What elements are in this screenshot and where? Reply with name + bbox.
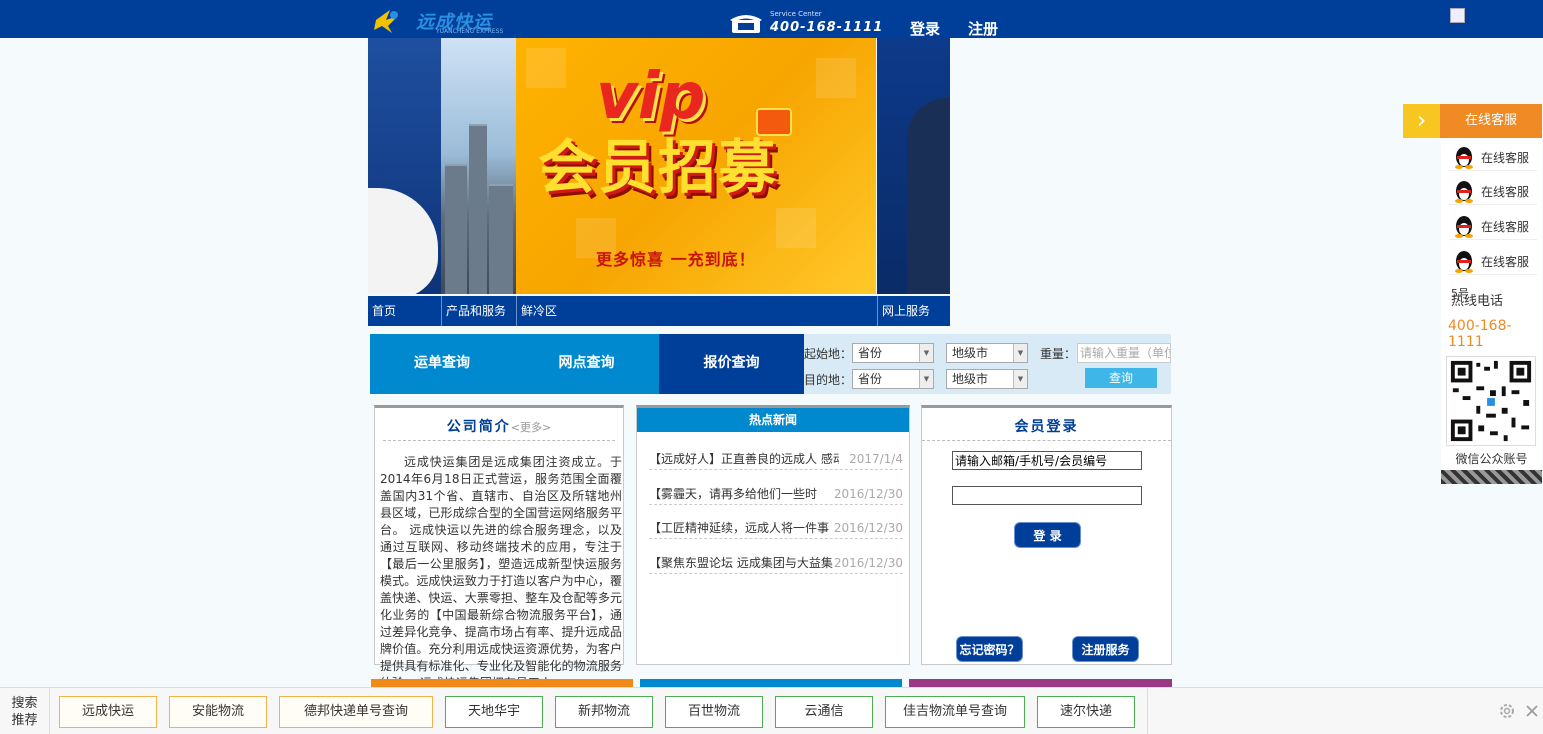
news-item[interactable]: 【工匠精神延续，远成人将一件事 2016/12/30 <box>649 517 903 539</box>
nav-home[interactable]: 首页 <box>368 296 441 326</box>
hot-news-box: 热点新闻 【远成好人】正直善良的远成人 感动 2017/1/4 【雾霾天，请再多给… <box>636 405 910 665</box>
member-login-title: 会员登录 <box>1014 419 1079 435</box>
destination-city-select[interactable]: 地级市 ▼ <box>946 369 1028 389</box>
banner-panel-city <box>441 38 516 294</box>
tab-quote-query[interactable]: 报价查询 <box>659 334 804 394</box>
qq-service-item[interactable]: 在线客服 <box>1449 175 1537 205</box>
tab-outlet-query[interactable]: 网点查询 <box>514 334 659 394</box>
origin-label: 起始地： <box>804 347 853 361</box>
chevron-down-icon: ▼ <box>1013 344 1027 362</box>
origin-province-select[interactable]: 省份 ▼ <box>852 343 934 363</box>
tab-waybill-query[interactable]: 运单查询 <box>370 334 514 394</box>
section-bar-orange <box>371 679 633 687</box>
intro-title: 公司简介<更多> <box>446 419 552 435</box>
qq-service-item[interactable]: 在线客服 <box>1449 210 1537 240</box>
hotline-number: 400-168-1111 <box>1448 318 1512 350</box>
news-item[interactable]: 【雾霾天，请再多给他们一些时 2016/12/30 <box>649 483 903 505</box>
service-phone: Service Center 400-168-1111 <box>728 10 888 36</box>
news-item[interactable]: 【远成好人】正直善良的远成人 感动 2017/1/4 <box>649 448 903 470</box>
banner-headline: 会员招募 <box>538 133 779 201</box>
qq-penguin-icon <box>1455 251 1473 273</box>
chevron-down-icon: ▼ <box>1013 370 1027 388</box>
header-register-link[interactable]: 注册 <box>968 18 998 39</box>
search-chip[interactable]: 安能物流 <box>169 696 267 728</box>
search-chip[interactable]: 德邦快递单号查询 <box>279 696 433 728</box>
search-chip[interactable]: 新邦物流 <box>555 696 653 728</box>
close-icon[interactable] <box>1523 702 1541 720</box>
telephone-icon <box>730 15 762 33</box>
qq-service-item[interactable]: 在线客服 <box>1449 245 1537 275</box>
origin-city-select[interactable]: 地级市 ▼ <box>946 343 1028 363</box>
register-service-button[interactable]: 注册服务 <box>1072 636 1139 662</box>
query-bar: 运单查询 网点查询 报价查询 起始地： 省份 ▼ 地级市 ▼ 目的地： 省份 ▼ 地级… <box>370 334 1171 394</box>
search-chip[interactable]: 云通信 <box>775 696 873 728</box>
news-title: 热点新闻 <box>637 408 909 432</box>
online-service-header: › 在线客服 <box>1403 104 1542 138</box>
nav-online-service[interactable]: 网上服务 <box>877 296 950 326</box>
service-phone-number: 400-168-1111 <box>770 20 884 35</box>
banner-panel-right <box>877 38 950 294</box>
chevron-right-icon[interactable]: › <box>1403 104 1440 138</box>
chevron-down-icon: ▼ <box>919 370 933 388</box>
logo-subtext: YUANCHENG EXPRESS <box>436 28 504 35</box>
qq-penguin-icon <box>1455 216 1473 238</box>
destination-province-select[interactable]: 省份 ▼ <box>852 369 934 389</box>
qq-service-item[interactable]: 在线客服 <box>1449 141 1537 171</box>
weight-input[interactable] <box>1077 343 1171 363</box>
search-recommend-label: 搜索推荐 <box>0 688 50 734</box>
hotline-label: 热线电话 <box>1451 294 1504 309</box>
password-input[interactable] <box>952 486 1142 505</box>
wechat-label: 微信公众账号 <box>1455 452 1528 466</box>
forgot-password-button[interactable]: 忘记密码？ <box>956 636 1023 662</box>
main-nav: 首页 产品和服务 鲜冷区 网上服务 <box>368 296 950 326</box>
banner-slogan: 更多惊喜 一充到底！ <box>596 250 756 269</box>
nav-cold-chain[interactable]: 鲜冷区 <box>516 296 877 326</box>
qq-penguin-icon <box>1455 181 1473 203</box>
settings-gear-icon[interactable] <box>1498 702 1516 720</box>
search-chip[interactable]: 百世物流 <box>665 696 763 728</box>
member-login-box: 会员登录 登 录 忘记密码？ 注册服务 <box>921 405 1172 665</box>
logo-star-icon <box>374 10 398 33</box>
weight-label: 重量： <box>1040 347 1077 361</box>
hero-banner[interactable]: vip 会员招募 更多惊喜 一充到底！ <box>368 38 950 294</box>
qq-penguin-icon <box>1455 147 1473 169</box>
search-chip[interactable]: 天地华宇 <box>445 696 543 728</box>
search-chip[interactable]: 远成快运 <box>59 696 157 728</box>
service-center-label: Service Center <box>770 10 822 18</box>
online-service-title[interactable]: 在线客服 <box>1440 104 1542 138</box>
panel-stripe <box>1441 470 1542 484</box>
section-bar-blue <box>640 679 902 687</box>
section-bar-purple <box>909 679 1172 687</box>
broken-image-icon <box>1450 8 1465 23</box>
company-intro-box: 公司简介<更多> 远成快运集团是远成集团注资成立。于2014年6月18日正式营运… <box>374 405 624 690</box>
member-login-button[interactable]: 登 录 <box>1014 522 1081 548</box>
destination-label: 目的地： <box>804 373 853 387</box>
quote-submit-button[interactable]: 查询 <box>1085 368 1157 388</box>
news-item[interactable]: 【聚焦东盟论坛 远成集团与大益集 2016/12/30 <box>649 552 903 574</box>
logo[interactable]: 远成快运 YUANCHENG EXPRESS <box>372 4 572 35</box>
search-recommend-bar: 搜索推荐 远成快运 安能物流 德邦快递单号查询 天地华宇 新邦物流 百世物流 云… <box>0 687 1543 734</box>
online-service-panel: 在线客服 在线客服 在线客服 在线客服 5号 热线电话 400-168-1111… <box>1441 138 1542 484</box>
intro-body: 远成快运集团是远成集团注资成立。于2014年6月18日正式营运，服务范围全面覆盖… <box>380 455 622 690</box>
top-bar: 远成快运 YUANCHENG EXPRESS Service Center 40… <box>0 0 1543 38</box>
banner-panel-left <box>368 38 441 294</box>
intro-more-link[interactable]: <更多> <box>511 421 551 434</box>
wechat-qr-code <box>1446 356 1536 446</box>
banner-panel-vip: vip 会员招募 更多惊喜 一充到底！ <box>516 38 876 294</box>
header-login-link[interactable]: 登录 <box>910 18 940 39</box>
search-chip[interactable]: 速尔快递 <box>1037 696 1135 728</box>
search-chip[interactable]: 佳吉物流单号查询 <box>885 696 1025 728</box>
nav-products[interactable]: 产品和服务 <box>441 296 516 326</box>
chevron-down-icon: ▼ <box>919 344 933 362</box>
account-input[interactable] <box>952 451 1142 470</box>
